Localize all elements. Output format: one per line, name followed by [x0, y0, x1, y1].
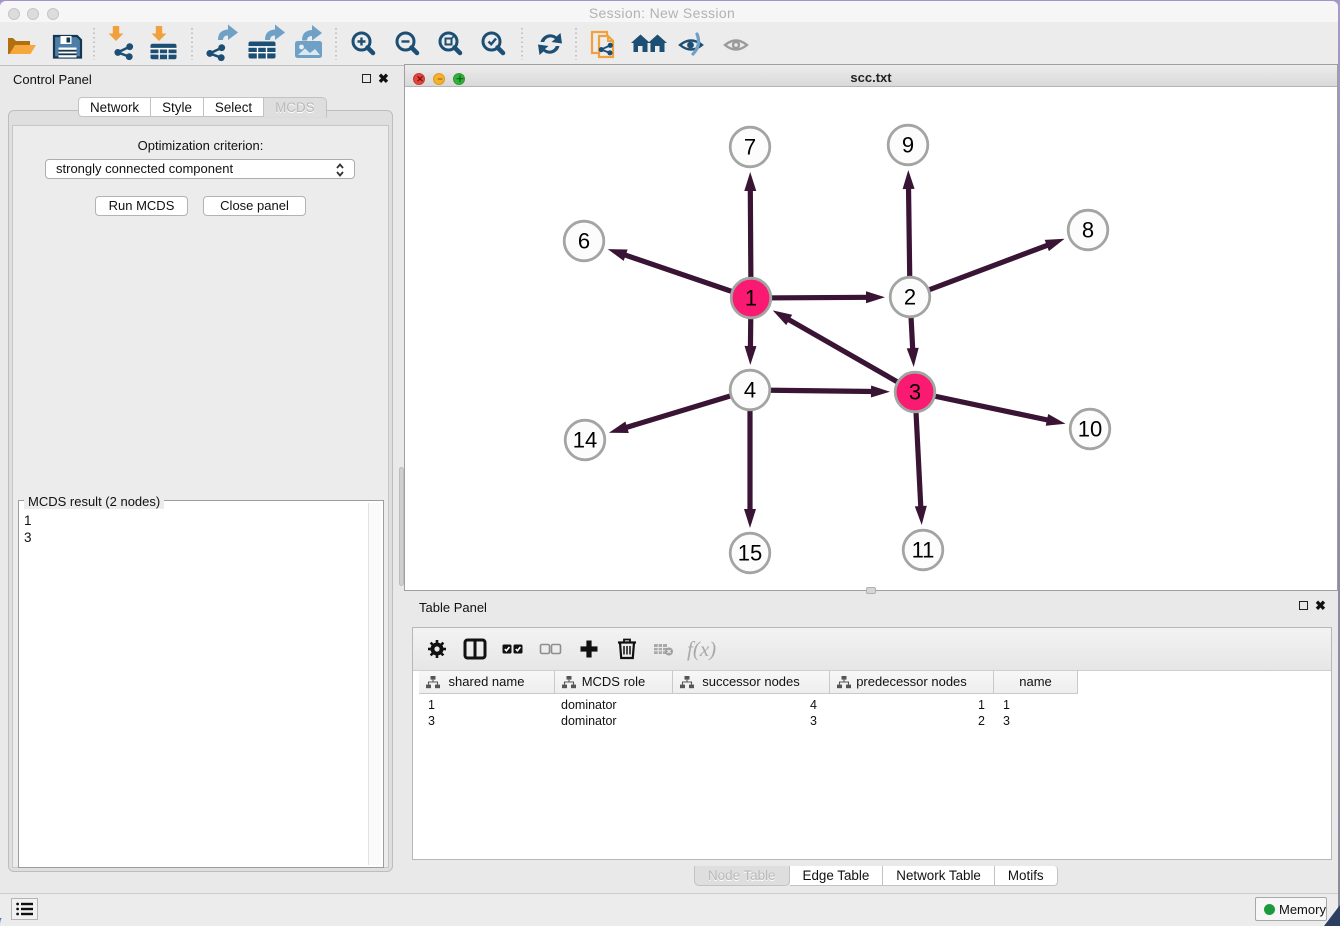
svg-text:f(x): f(x): [687, 637, 716, 661]
svg-text:10: 10: [1078, 417, 1102, 442]
svg-text:8: 8: [1082, 218, 1094, 243]
svg-text:9: 9: [902, 133, 914, 158]
svg-text:14: 14: [573, 428, 597, 453]
svg-text:4: 4: [744, 378, 756, 403]
svg-text:1: 1: [745, 286, 757, 311]
svg-text:2: 2: [904, 285, 916, 310]
svg-text:15: 15: [738, 541, 762, 566]
svg-text:3: 3: [909, 380, 921, 405]
svg-text:6: 6: [578, 229, 590, 254]
svg-text:7: 7: [744, 135, 756, 160]
svg-text:11: 11: [912, 538, 935, 563]
